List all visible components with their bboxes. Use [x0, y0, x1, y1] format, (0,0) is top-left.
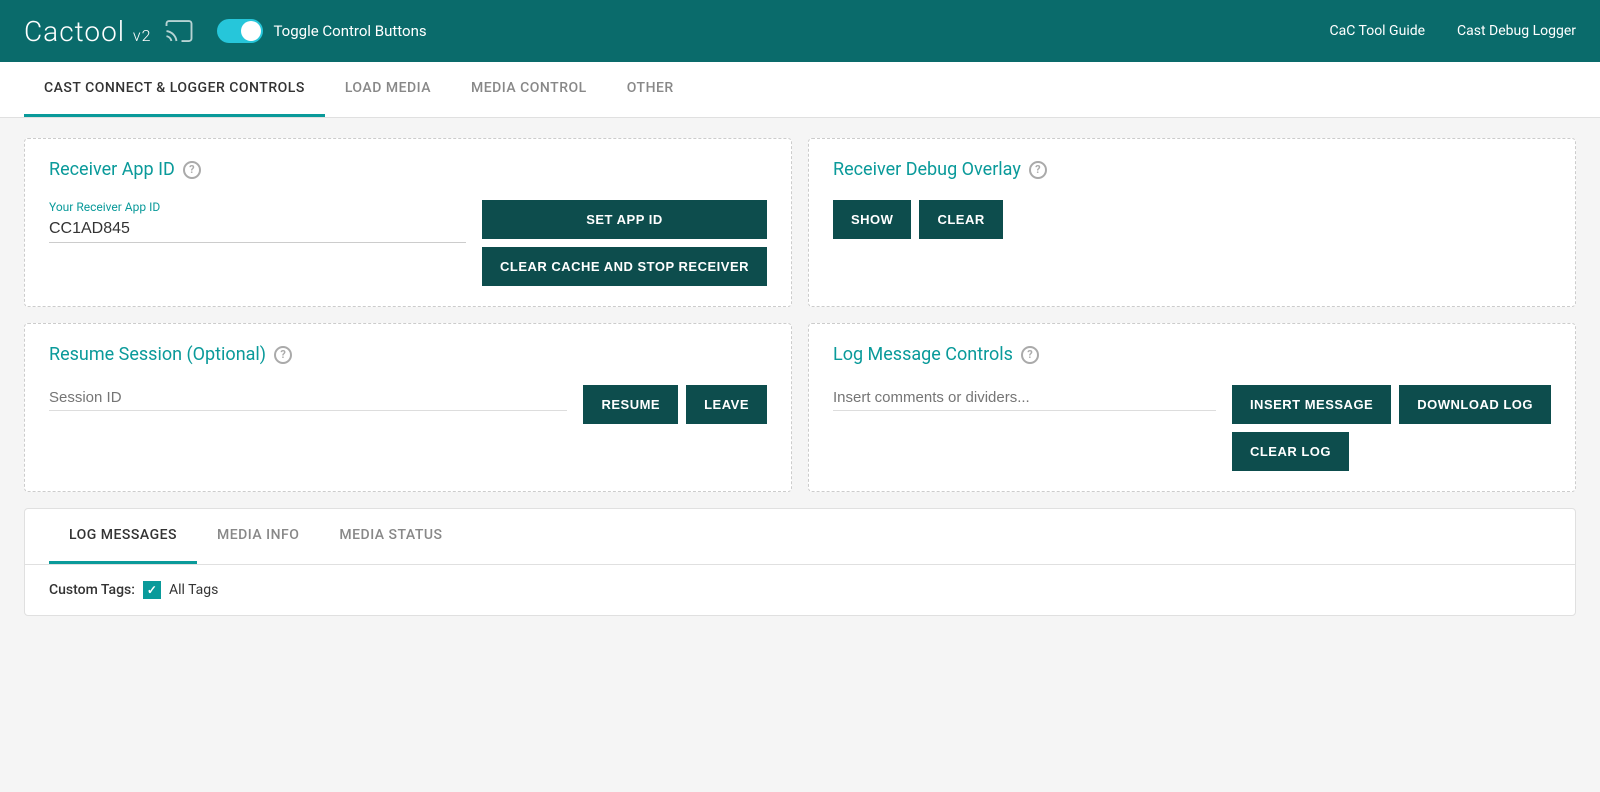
log-btn-row-top: INSERT MESSAGE DOWNLOAD LOG: [1232, 385, 1551, 424]
receiver-app-id-input-label: Your Receiver App ID: [49, 200, 466, 214]
resume-session-body: RESUME LEAVE: [49, 385, 767, 424]
resume-btn-row: RESUME LEAVE: [583, 385, 767, 424]
nav-cast-debug-logger[interactable]: Cast Debug Logger: [1457, 23, 1576, 39]
receiver-app-id-title: Receiver App ID ?: [49, 159, 767, 180]
tab-media-control[interactable]: MEDIA CONTROL: [451, 62, 607, 117]
resume-session-title: Resume Session (Optional) ?: [49, 344, 767, 365]
toggle-area[interactable]: Toggle Control Buttons: [217, 19, 426, 43]
resume-session-left: [49, 385, 567, 411]
log-controls-body: INSERT MESSAGE DOWNLOAD LOG CLEAR LOG: [833, 385, 1551, 471]
main-content: Receiver App ID ? Your Receiver App ID S…: [0, 118, 1600, 636]
receiver-app-id-right: SET APP ID CLEAR CACHE AND STOP RECEIVER: [482, 200, 767, 286]
tab-media-info[interactable]: MEDIA INFO: [197, 509, 319, 564]
receiver-app-id-body: Your Receiver App ID SET APP ID CLEAR CA…: [49, 200, 767, 286]
download-log-button[interactable]: DOWNLOAD LOG: [1399, 385, 1551, 424]
custom-tags-row: Custom Tags: All Tags: [25, 565, 1575, 615]
receiver-app-id-input[interactable]: [49, 216, 466, 243]
header-nav: CaC Tool Guide Cast Debug Logger: [1330, 23, 1577, 39]
receiver-app-id-card: Receiver App ID ? Your Receiver App ID S…: [24, 138, 792, 307]
logo-area: Cactool v2: [24, 15, 197, 48]
log-message-controls-card: Log Message Controls ? INSERT MESSAGE DO…: [808, 323, 1576, 492]
bottom-section: LOG MESSAGES MEDIA INFO MEDIA STATUS Cus…: [24, 508, 1576, 616]
nav-cac-tool-guide[interactable]: CaC Tool Guide: [1330, 23, 1426, 39]
toggle-switch[interactable]: [217, 19, 263, 43]
tab-cast-connect[interactable]: CAST CONNECT & LOGGER CONTROLS: [24, 62, 325, 117]
resume-session-card: Resume Session (Optional) ? RESUME LEAVE: [24, 323, 792, 492]
insert-message-button[interactable]: INSERT MESSAGE: [1232, 385, 1391, 424]
tab-media-status[interactable]: MEDIA STATUS: [319, 509, 462, 564]
cast-icon: [161, 16, 197, 46]
log-message-controls-help-icon[interactable]: ?: [1021, 346, 1039, 364]
resume-session-help-icon[interactable]: ?: [274, 346, 292, 364]
show-debug-overlay-button[interactable]: SHOW: [833, 200, 911, 239]
leave-button[interactable]: LEAVE: [686, 385, 767, 424]
receiver-debug-overlay-card: Receiver Debug Overlay ? SHOW CLEAR: [808, 138, 1576, 307]
log-buttons: INSERT MESSAGE DOWNLOAD LOG CLEAR LOG: [1232, 385, 1551, 471]
app-header: Cactool v2 Toggle Control Buttons CaC To…: [0, 0, 1600, 62]
receiver-debug-overlay-help-icon[interactable]: ?: [1029, 161, 1047, 179]
clear-log-button[interactable]: CLEAR LOG: [1232, 432, 1349, 471]
toggle-thumb: [241, 21, 261, 41]
set-app-id-button[interactable]: SET APP ID: [482, 200, 767, 239]
log-message-input[interactable]: [833, 385, 1216, 411]
all-tags-checkbox[interactable]: [143, 581, 161, 599]
receiver-debug-overlay-title: Receiver Debug Overlay ?: [833, 159, 1551, 180]
all-tags-label: All Tags: [169, 582, 218, 598]
resume-session-right: RESUME LEAVE: [583, 385, 767, 424]
debug-overlay-body: SHOW CLEAR: [833, 200, 1551, 239]
toggle-label: Toggle Control Buttons: [273, 22, 426, 40]
log-btn-row-bottom: CLEAR LOG: [1232, 432, 1551, 471]
top-cards-grid: Receiver App ID ? Your Receiver App ID S…: [24, 138, 1576, 492]
app-name: Cactool v2: [24, 15, 151, 48]
bottom-tabs: LOG MESSAGES MEDIA INFO MEDIA STATUS: [25, 509, 1575, 565]
resume-button[interactable]: RESUME: [583, 385, 678, 424]
custom-tags-label: Custom Tags:: [49, 582, 135, 598]
toggle-track: [217, 19, 263, 43]
receiver-app-id-help-icon[interactable]: ?: [183, 161, 201, 179]
clear-debug-overlay-button[interactable]: CLEAR: [919, 200, 1002, 239]
tab-log-messages[interactable]: LOG MESSAGES: [49, 509, 197, 564]
receiver-app-id-input-group: Your Receiver App ID: [49, 200, 466, 243]
clear-cache-stop-receiver-button[interactable]: CLEAR CACHE AND STOP RECEIVER: [482, 247, 767, 286]
app-version: v2: [133, 26, 152, 45]
tab-load-media[interactable]: LOAD MEDIA: [325, 62, 451, 117]
receiver-app-id-left: Your Receiver App ID: [49, 200, 466, 255]
main-tabs: CAST CONNECT & LOGGER CONTROLS LOAD MEDI…: [0, 62, 1600, 118]
log-message-controls-title: Log Message Controls ?: [833, 344, 1551, 365]
tab-other[interactable]: OTHER: [607, 62, 694, 117]
session-id-input[interactable]: [49, 385, 567, 411]
